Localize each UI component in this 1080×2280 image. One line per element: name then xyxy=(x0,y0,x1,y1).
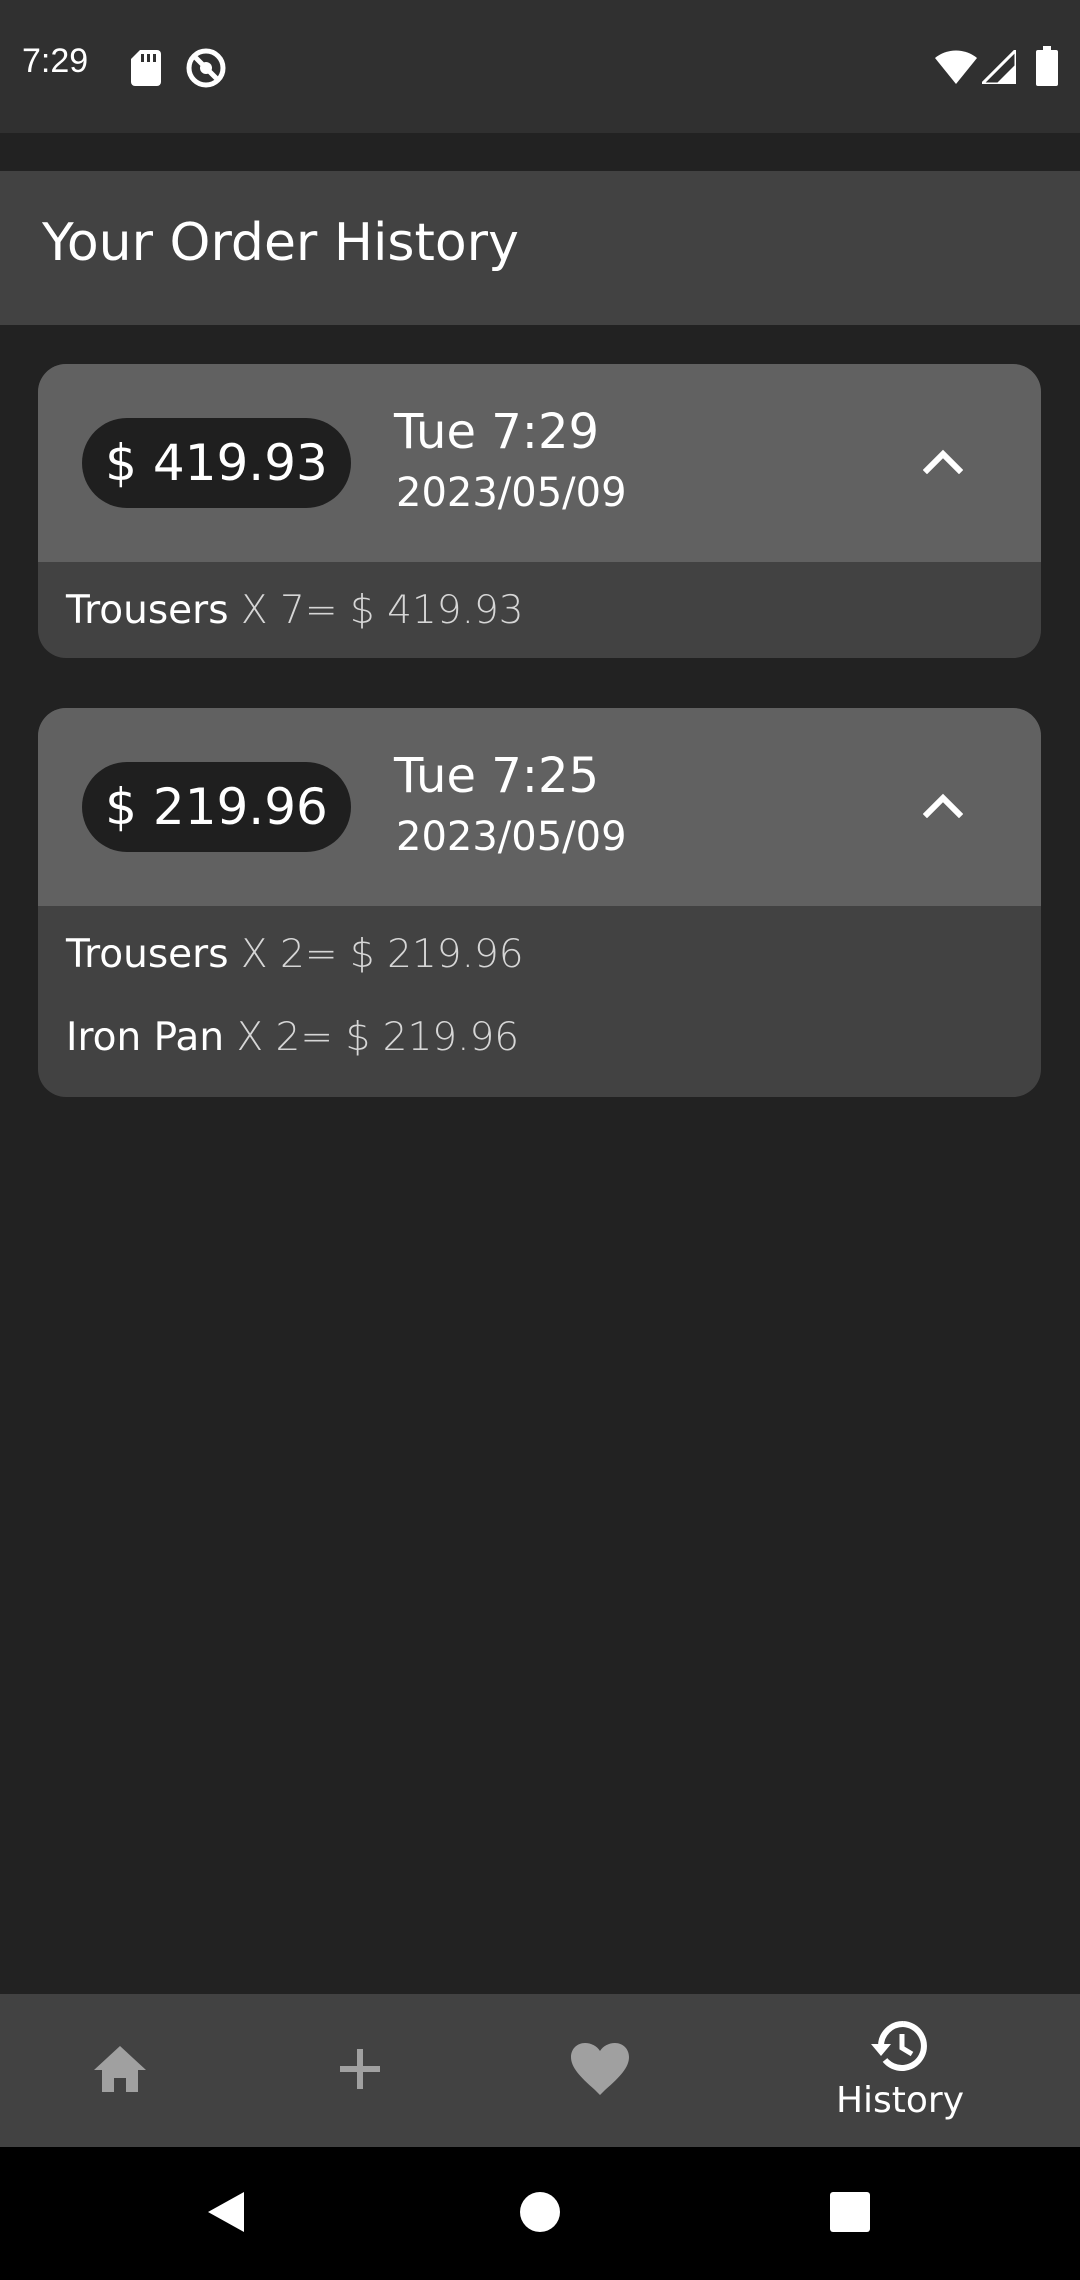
chevron-up-icon xyxy=(922,448,964,478)
item-name: Iron Pan xyxy=(66,1015,225,1060)
order-time: Tue 7:25 xyxy=(394,748,600,804)
chevron-up-icon xyxy=(922,792,964,822)
recents-button[interactable] xyxy=(790,2147,910,2280)
home-icon xyxy=(92,2044,148,2098)
item-detail: X 2= $ 219.96 xyxy=(228,932,524,977)
back-button[interactable] xyxy=(166,2147,286,2280)
status-bar: 7:29 xyxy=(0,0,1080,133)
recents-square-icon xyxy=(829,2191,871,2237)
nav-item-history[interactable]: History xyxy=(780,1994,1020,2147)
order-card: $ 419.93 Tue 7:29 2023/05/09 Trousers X … xyxy=(38,364,1041,658)
order-item-row: Iron Pan X 2= $ 219.96 xyxy=(66,1015,519,1060)
item-name: Trousers xyxy=(66,588,229,633)
nav-item-favorites[interactable] xyxy=(540,1994,660,2147)
order-total-badge: $ 219.96 xyxy=(82,762,351,852)
sd-card-icon xyxy=(131,50,161,90)
item-detail: X 7= $ 419.93 xyxy=(228,588,524,633)
app-bar: Your Order History xyxy=(0,171,1080,325)
status-time: 7:29 xyxy=(22,42,89,80)
history-icon xyxy=(871,2020,929,2076)
order-item-row: Trousers X 2= $ 219.96 xyxy=(66,932,524,977)
heart-icon xyxy=(571,2042,629,2099)
order-time: Tue 7:29 xyxy=(394,404,600,460)
page-title: Your Order History xyxy=(42,213,519,273)
order-date: 2023/05/09 xyxy=(396,814,627,860)
home-button[interactable] xyxy=(480,2147,600,2280)
wifi-icon xyxy=(935,48,977,88)
system-navigation-bar xyxy=(0,2147,1080,2280)
battery-icon xyxy=(1036,46,1058,90)
order-item-row: Trousers X 7= $ 419.93 xyxy=(66,588,524,633)
back-triangle-icon xyxy=(206,2190,246,2238)
item-detail: X 2= $ 219.96 xyxy=(224,1015,520,1060)
order-card: $ 219.96 Tue 7:25 2023/05/09 Trousers X … xyxy=(38,708,1041,1097)
nav-item-home[interactable] xyxy=(60,1994,180,2147)
collapse-button[interactable] xyxy=(908,428,978,498)
nav-label-history: History xyxy=(835,2080,965,2121)
collapse-button[interactable] xyxy=(908,772,978,842)
cell-signal-icon xyxy=(978,46,1018,88)
nav-item-add[interactable] xyxy=(300,1994,420,2147)
order-total-badge: $ 419.93 xyxy=(82,418,351,508)
item-name: Trousers xyxy=(66,932,229,977)
do-not-disturb-icon xyxy=(185,47,227,93)
home-circle-icon xyxy=(519,2191,561,2237)
order-card-header[interactable]: $ 419.93 Tue 7:29 2023/05/09 xyxy=(38,364,1041,562)
add-icon xyxy=(338,2047,382,2095)
bottom-navigation: History xyxy=(0,1994,1080,2147)
order-card-header[interactable]: $ 219.96 Tue 7:25 2023/05/09 xyxy=(38,708,1041,906)
order-date: 2023/05/09 xyxy=(396,470,627,516)
